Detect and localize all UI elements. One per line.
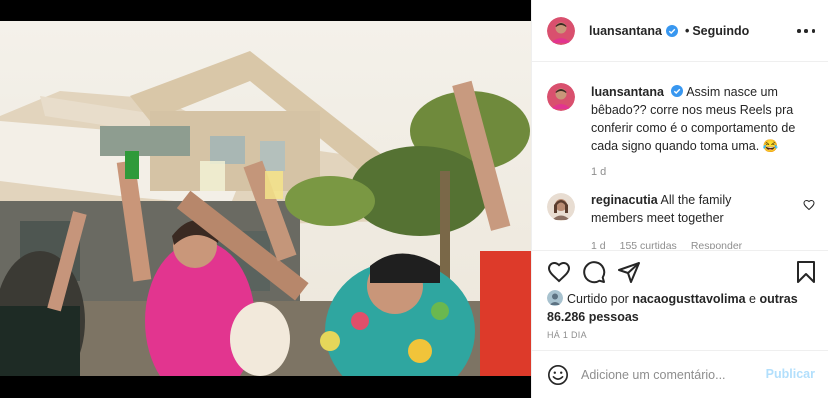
post-caption: luansantana Assim nasce um bêbado?? corr… [547, 83, 819, 181]
post-photo[interactable] [0, 21, 531, 376]
comment-item: reginacutia All the family members meet … [547, 191, 819, 249]
comment-heart-icon[interactable] [803, 199, 815, 211]
likes-summary: Curtido por nacaogusttavolima e outras 8… [547, 290, 817, 326]
comment-input[interactable] [581, 367, 761, 382]
emoji-icon[interactable] [547, 364, 569, 386]
post-date[interactable]: HÁ 1 DIA [547, 330, 587, 340]
share-icon[interactable] [617, 260, 641, 284]
follow-label: Seguindo [692, 23, 750, 38]
separator-dot: • [684, 23, 690, 38]
commenter-username[interactable]: reginacutia [591, 193, 658, 207]
post-comment-button[interactable]: Publicar [766, 367, 815, 381]
author-avatar[interactable] [547, 16, 575, 45]
caption-time[interactable]: 1 d [591, 163, 819, 181]
post-side-panel: luansantana • Seguindo luansantana Assim … [531, 0, 828, 398]
post-header: luansantana • Seguindo [532, 0, 828, 62]
reply-button[interactable]: Responder [691, 240, 742, 249]
comment-likes[interactable]: 155 curtidas [620, 240, 677, 249]
comments-list: luansantana Assim nasce um bêbado?? corr… [532, 63, 828, 249]
verified-badge-icon [665, 24, 678, 37]
heart-icon[interactable] [547, 260, 571, 284]
caption-username[interactable]: luansantana [591, 85, 664, 99]
follow-status[interactable]: • Seguindo [682, 24, 749, 38]
commenter-avatar[interactable] [547, 193, 575, 221]
author-username[interactable]: luansantana [589, 24, 662, 38]
photo-viewer [0, 0, 531, 398]
verified-badge-icon [671, 85, 684, 97]
comment-meta: 1 d 155 curtidas Responder [591, 240, 819, 249]
comment-time[interactable]: 1 d [591, 240, 606, 249]
liker-username[interactable]: nacaogusttavolima [632, 292, 745, 306]
action-bar [532, 250, 828, 290]
liker-avatar[interactable] [547, 290, 563, 306]
more-options-icon[interactable] [797, 23, 815, 39]
add-comment-bar: Publicar [532, 350, 828, 398]
likes-connector: e [749, 292, 756, 306]
caption-avatar[interactable] [547, 83, 575, 111]
comment-icon[interactable] [582, 260, 606, 284]
bookmark-icon[interactable] [794, 260, 818, 284]
likes-prefix: Curtido por [567, 292, 629, 306]
